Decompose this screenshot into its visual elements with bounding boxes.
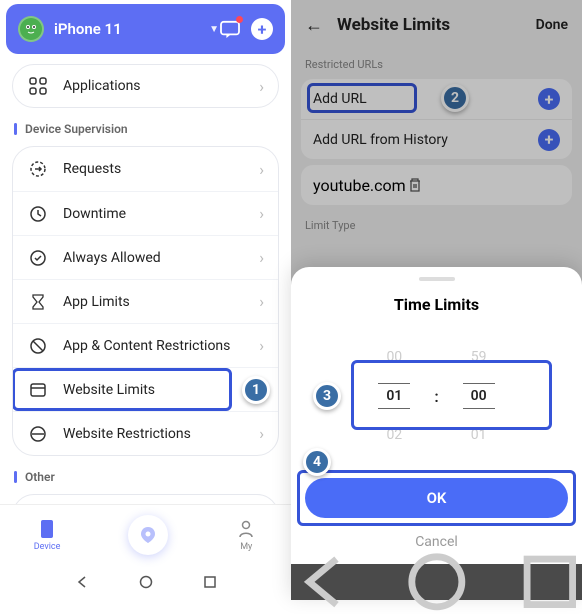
chevron-right-icon: › (259, 336, 264, 355)
grid-icon (27, 75, 49, 97)
menu-label: Applications (63, 78, 259, 94)
time-picker[interactable]: 00 01 02 : 59 00 01 3 (305, 336, 568, 456)
time-limits-sheet: Time Limits 00 01 02 : 59 00 01 3 OK (291, 267, 582, 600)
nav-my[interactable]: My (235, 518, 257, 552)
section-supervision: Device Supervision (14, 122, 279, 136)
menu-check-updates[interactable]: Check Updates › (12, 494, 279, 504)
home-icon[interactable] (405, 550, 469, 614)
menu-always-allowed[interactable]: Always Allowed › (13, 235, 278, 279)
nav-location[interactable] (128, 515, 168, 555)
menu-downtime[interactable]: Downtime › (13, 191, 278, 235)
recents-icon[interactable] (518, 550, 582, 614)
section-other: Other (14, 470, 279, 484)
add-device-button[interactable]: + (251, 18, 273, 40)
menu-app-limits[interactable]: App Limits › (13, 279, 278, 323)
menu-app-content[interactable]: App & Content Restrictions › (13, 323, 278, 367)
person-icon (235, 518, 257, 540)
device-header: iPhone 11 ▼ + (6, 4, 285, 54)
sheet-title: Time Limits (305, 295, 568, 314)
device-avatar (18, 16, 44, 42)
step-badge-3: 3 (313, 382, 341, 410)
back-icon[interactable] (75, 575, 89, 589)
recents-icon[interactable] (203, 575, 217, 589)
chevron-right-icon: › (259, 424, 264, 443)
check-shield-icon (27, 247, 49, 269)
requests-icon (27, 158, 49, 180)
menu-website-restrictions[interactable]: Website Restrictions › (13, 411, 278, 455)
menu-applications[interactable]: Applications › (12, 64, 279, 108)
device-name[interactable]: iPhone 11 (54, 20, 203, 38)
nav-device[interactable]: Device (34, 518, 61, 552)
chevron-right-icon: › (259, 204, 264, 223)
system-nav-right (291, 564, 582, 600)
browser-icon (27, 379, 49, 401)
menu-requests[interactable]: Requests › (13, 147, 278, 191)
chevron-right-icon: › (259, 248, 264, 267)
restriction-icon (27, 335, 49, 357)
step-badge-4: 4 (303, 448, 331, 476)
hours-selected[interactable]: 01 (378, 383, 410, 409)
hourglass-icon (27, 291, 49, 313)
notification-dot (236, 16, 243, 23)
bottom-nav: Device My (0, 504, 291, 564)
chevron-right-icon: › (259, 77, 264, 96)
home-icon[interactable] (139, 575, 153, 589)
ok-button[interactable]: OK (305, 478, 568, 518)
chevron-right-icon: › (259, 292, 264, 311)
sheet-handle[interactable] (419, 277, 455, 281)
step-badge-1: 1 (242, 376, 270, 404)
device-dropdown-icon[interactable]: ▼ (209, 24, 219, 35)
clock-icon (27, 203, 49, 225)
block-icon (27, 423, 49, 445)
chevron-right-icon: › (259, 160, 264, 179)
menu-website-limits[interactable]: Website Limits › 1 (13, 367, 278, 411)
chat-icon[interactable] (219, 18, 241, 40)
device-icon (36, 518, 58, 540)
system-nav-left (0, 564, 291, 600)
minutes-selected[interactable]: 00 (463, 383, 495, 409)
back-icon[interactable] (291, 550, 355, 614)
